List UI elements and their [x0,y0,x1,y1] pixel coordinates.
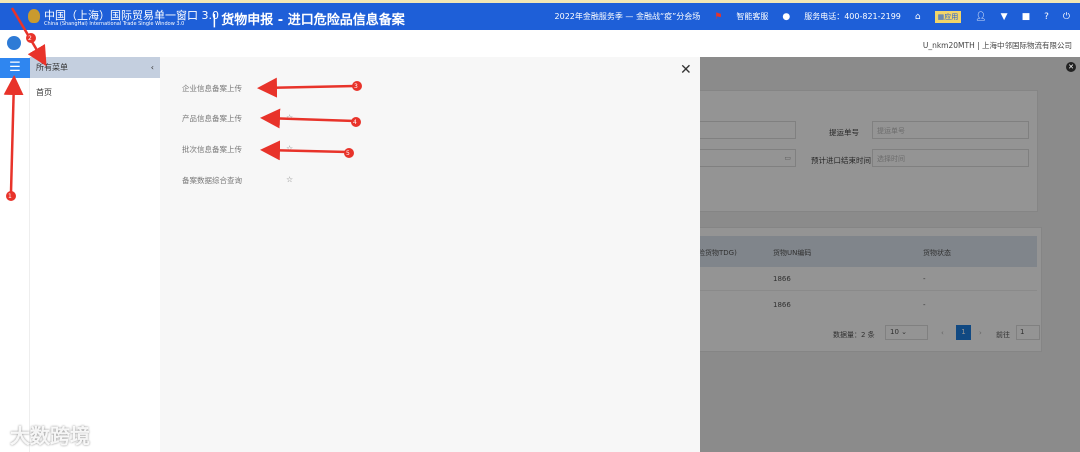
message-icon[interactable]: ■ [1022,12,1031,22]
watermark: 大数跨境 [10,424,90,448]
star-icon[interactable]: ☆ [286,175,293,184]
smart-service-link[interactable]: 智能客服 [736,11,768,22]
top-bar: 中国（上海）国际贸易单一窗口 3.0 China (ShangHai) Inte… [0,3,1080,30]
home-icon[interactable]: ⌂ [915,12,921,22]
menu-panel: 所有菜单 ‹ 首页 [30,57,160,452]
annotation-label: 3 [354,83,358,90]
modal-overlay[interactable]: ✕ [700,57,1080,452]
annotation-label: 5 [346,150,350,157]
annotation-label: 1 [8,193,12,200]
menu-header-label: 所有菜单 [36,63,68,72]
menu-header[interactable]: 所有菜单 ‹ [30,57,160,78]
submenu-item[interactable]: 企业信息备案上传 [182,83,242,94]
chat-icon[interactable]: ● [782,12,790,22]
annotation-label: 4 [353,119,357,126]
hotline: 服务电话：400-821-2199 [804,12,901,21]
submenu-item[interactable]: 备案数据综合查询 [182,175,242,186]
close-icon[interactable]: ✕ [680,62,692,78]
power-icon[interactable]: ⏻ [1063,12,1070,22]
collapse-icon[interactable]: ‹ [151,63,154,72]
emblem-icon [28,9,40,23]
submenu-panel: ✕ 企业信息备案上传 产品信息备案上传 ☆ 批次信息备案上传 ☆ 备案数据综合查… [160,57,700,452]
star-icon[interactable]: ☆ [286,144,293,153]
apps-button[interactable]: ▦应用 [934,10,962,23]
sub-header: U_nkm20MTH | 上海中邻国际物流有限公司 [0,30,1080,57]
icon-rail [0,57,30,452]
user-icon[interactable]: 👤︎ [975,12,986,22]
brand-en: China (ShangHai) International Trade Sin… [44,21,185,27]
annotation-label: 2 [28,35,32,42]
promo-link[interactable]: 2022年金融服务季 — 金融战“疫”分会场 [555,11,701,22]
menu-item-home[interactable]: 首页 [30,78,160,107]
apps-label: 应用 [944,12,959,21]
help-icon[interactable]: ? [1044,12,1049,22]
user-info[interactable]: U_nkm20MTH | 上海中邻国际物流有限公司 [923,40,1072,51]
home-icon[interactable] [12,87,18,95]
shirt-icon[interactable]: ▼ [1001,12,1008,22]
menu-toggle-button[interactable]: ☰ [0,58,30,78]
flag-icon: ⚑ [714,11,723,22]
close-icon[interactable]: ✕ [1066,62,1076,72]
submenu-item[interactable]: 产品信息备案上传 [182,113,242,124]
site-logo-icon [7,36,21,50]
submenu-item[interactable]: 批次信息备案上传 [182,144,242,155]
star-icon[interactable]: ☆ [286,113,293,122]
page-title: | 货物申报 - 进口危险品信息备案 [212,13,405,28]
